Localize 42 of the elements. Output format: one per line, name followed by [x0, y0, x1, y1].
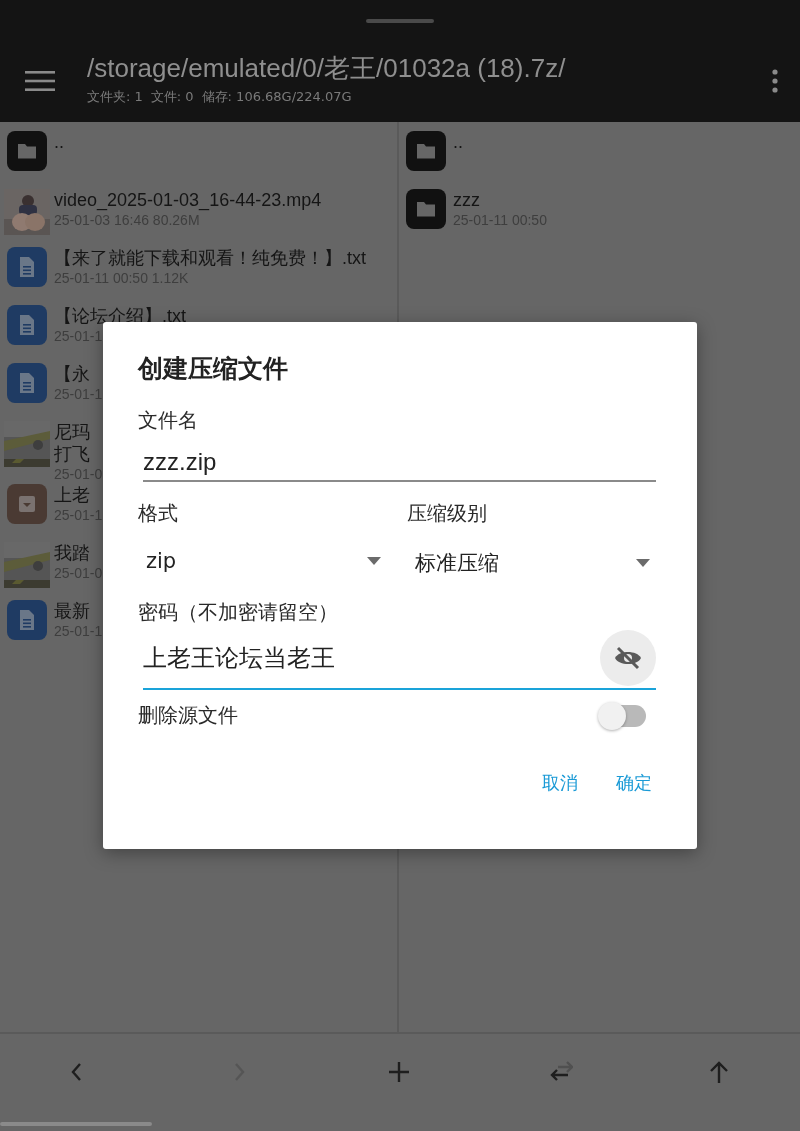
field-label: 密码（不加密请留空） [138, 599, 339, 626]
storage-stat: 文件夹: 1 [87, 87, 143, 106]
file-name[interactable]: 上老 [54, 484, 103, 506]
dialog-title: 创建压缩文件 [138, 353, 289, 385]
dialog-button[interactable]: 取消 [538, 765, 582, 801]
password-field[interactable]: 上老王论坛当老王 [143, 630, 656, 690]
more-icon[interactable] [772, 69, 778, 93]
visibility-toggle[interactable] [600, 630, 656, 686]
file-name[interactable]: 【来了就能下载和观看！纯免费！】.txt [54, 247, 366, 269]
field-label: 文件名 [138, 407, 199, 434]
dropdown[interactable]: zip [146, 549, 387, 573]
document-icon [7, 363, 47, 403]
field-label: 压缩级别 [407, 500, 488, 527]
caret-icon [636, 559, 650, 567]
document-icon [7, 600, 47, 640]
path-title: /storage/emulated/0/老王/01032a (18).7z/ [87, 51, 567, 85]
switch-label: 删除源文件 [138, 702, 238, 729]
document-icon [7, 247, 47, 287]
storage-stat: 储存: 106.68G/224.07G [201, 87, 352, 106]
file-name[interactable]: .. [453, 131, 463, 153]
dialog-button[interactable]: 确定 [612, 765, 656, 801]
file-name[interactable]: .. [54, 131, 64, 153]
dropdown[interactable]: 标准压缩 [415, 549, 656, 577]
drag-handle[interactable] [366, 19, 434, 23]
storage-stat: 文件: 0 [150, 87, 194, 106]
archive-icon [7, 484, 47, 524]
file-name[interactable]: zzz [453, 189, 547, 211]
folder-icon [406, 189, 446, 229]
filename-field[interactable]: zzz.zip [143, 448, 656, 482]
folder-icon [406, 131, 446, 171]
eye-off-icon [613, 646, 643, 670]
file-name[interactable]: 尼玛 [54, 421, 103, 443]
file-name[interactable]: 打飞 [54, 443, 103, 465]
file-name[interactable]: video_2025-01-03_16-44-23.mp4 [54, 189, 322, 211]
file-name[interactable]: 我踏 [54, 542, 103, 564]
file-name[interactable]: 【永 [54, 363, 103, 385]
caret-icon [367, 557, 381, 565]
document-icon [7, 305, 47, 345]
menu-icon[interactable] [25, 70, 55, 92]
folder-icon [7, 131, 47, 171]
field-label: 格式 [138, 500, 179, 527]
file-name[interactable]: 最新 [54, 600, 103, 622]
